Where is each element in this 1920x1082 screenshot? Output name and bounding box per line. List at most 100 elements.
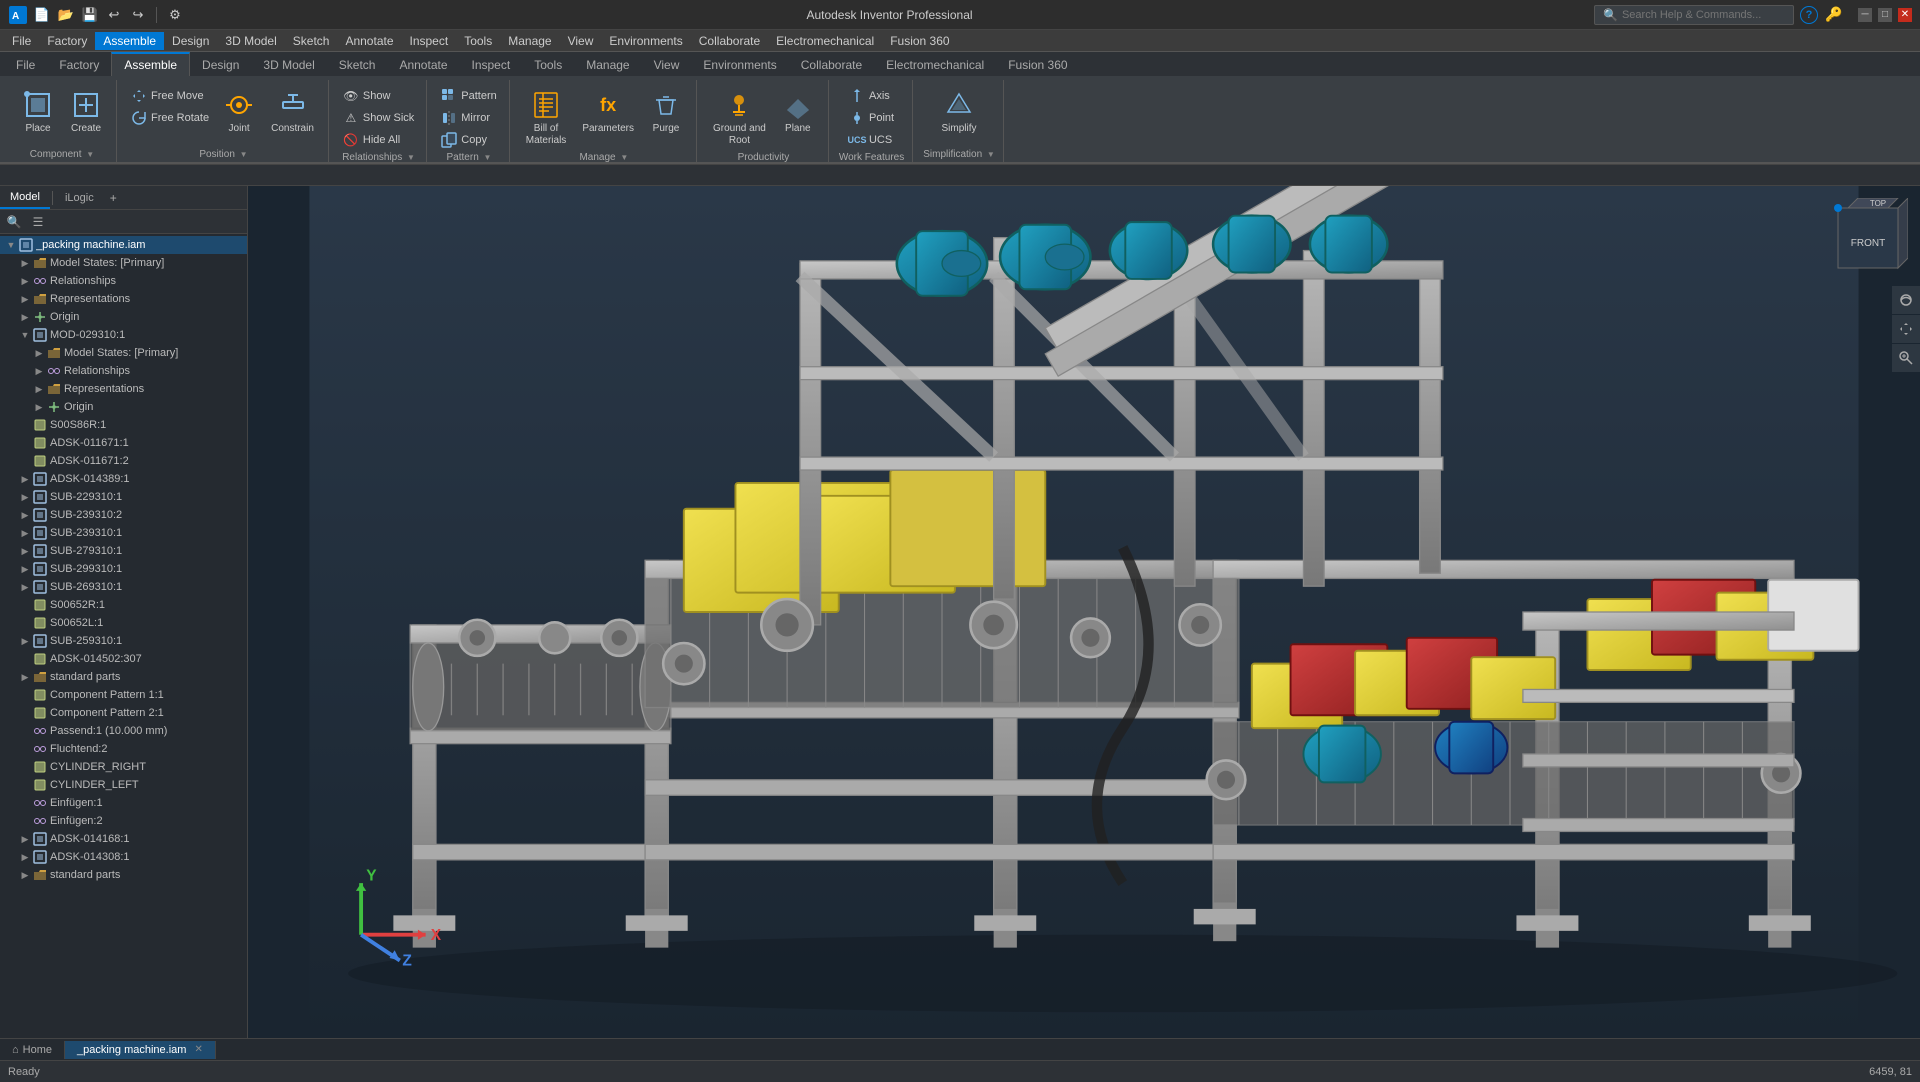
ribbon-tab-fusion-360[interactable]: Fusion 360: [996, 53, 1079, 76]
tree-arrow[interactable]: ▶: [32, 346, 46, 360]
tab-ilogic[interactable]: iLogic: [55, 188, 104, 208]
add-tab-btn[interactable]: +: [104, 187, 123, 209]
new-btn[interactable]: 📄: [32, 5, 52, 25]
tree-item[interactable]: Einfügen:1: [0, 794, 247, 812]
tree-item[interactable]: ▶Representations: [0, 380, 247, 398]
tree-arrow[interactable]: ▼: [18, 328, 32, 342]
menu-item-fusion 360[interactable]: Fusion 360: [882, 32, 957, 50]
tree-item[interactable]: ▶Origin: [0, 308, 247, 326]
ribbon-tab-tools[interactable]: Tools: [522, 53, 574, 76]
tree-item[interactable]: ▶standard parts: [0, 668, 247, 686]
tree-item[interactable]: Passend:1 (10.000 mm): [0, 722, 247, 740]
tree-arrow[interactable]: ▶: [18, 562, 32, 576]
minimize-btn[interactable]: ─: [1858, 8, 1872, 22]
tree-arrow[interactable]: ▶: [18, 526, 32, 540]
browser-menu-btn[interactable]: ☰: [28, 212, 48, 232]
tree-arrow[interactable]: [18, 418, 32, 432]
tree-arrow[interactable]: ▶: [18, 274, 32, 288]
mirror-btn[interactable]: Mirror: [437, 108, 500, 128]
tree-arrow[interactable]: ▶: [18, 544, 32, 558]
menu-item-annotate[interactable]: Annotate: [337, 32, 401, 50]
tree-item[interactable]: ▶Origin: [0, 398, 247, 416]
viewcube[interactable]: FRONT TOP: [1828, 198, 1908, 278]
tree-item[interactable]: ▶standard parts: [0, 866, 247, 884]
axis-btn[interactable]: Axis: [845, 86, 898, 106]
help-icon[interactable]: ?: [1800, 6, 1818, 24]
tree-arrow[interactable]: [18, 724, 32, 738]
ribbon-tab-environments[interactable]: Environments: [691, 53, 788, 76]
tree-item[interactable]: ▶SUB-299310:1: [0, 560, 247, 578]
menu-item-electromechanical[interactable]: Electromechanical: [768, 32, 882, 50]
tree-item[interactable]: Component Pattern 1:1: [0, 686, 247, 704]
tree-arrow[interactable]: ▶: [18, 850, 32, 864]
tree-arrow[interactable]: ▶: [18, 508, 32, 522]
ribbon-tab-file[interactable]: File: [4, 53, 47, 76]
tree-item[interactable]: ▶SUB-279310:1: [0, 542, 247, 560]
tree-item[interactable]: ▶SUB-229310:1: [0, 488, 247, 506]
file-tab-close-btn[interactable]: ✕: [194, 1044, 202, 1055]
create-btn[interactable]: Create: [64, 86, 108, 138]
tree-item[interactable]: ▼_packing machine.iam: [0, 236, 247, 254]
ribbon-tab-electromechanical[interactable]: Electromechanical: [874, 53, 996, 76]
tree-arrow[interactable]: ▶: [18, 310, 32, 324]
tree-arrow[interactable]: ▶: [18, 868, 32, 882]
browser-search-btn[interactable]: 🔍: [4, 212, 24, 232]
open-btn[interactable]: 📂: [56, 5, 76, 25]
tree-item[interactable]: Einfügen:2: [0, 812, 247, 830]
free-rotate-btn[interactable]: Free Rotate: [127, 108, 213, 128]
undo-btn[interactable]: ↩: [104, 5, 124, 25]
copy-btn[interactable]: Copy: [437, 130, 500, 150]
plane-btn[interactable]: Plane: [776, 86, 820, 138]
tree-item[interactable]: ▶Model States: [Primary]: [0, 344, 247, 362]
save-btn[interactable]: 💾: [80, 5, 100, 25]
tree-arrow[interactable]: [18, 436, 32, 450]
maximize-btn[interactable]: □: [1878, 8, 1892, 22]
tree-arrow[interactable]: ▼: [4, 238, 18, 252]
tree-arrow[interactable]: [18, 760, 32, 774]
tree-arrow[interactable]: [18, 454, 32, 468]
tree-item[interactable]: CYLINDER_LEFT: [0, 776, 247, 794]
ucs-btn[interactable]: UCS UCS: [845, 130, 898, 150]
close-btn[interactable]: ✕: [1898, 8, 1912, 22]
joint-btn[interactable]: Joint: [217, 86, 261, 138]
settings-btn[interactable]: ⚙: [165, 5, 185, 25]
menu-item-file[interactable]: File: [4, 32, 39, 50]
tree-item[interactable]: S00652L:1: [0, 614, 247, 632]
tree-item[interactable]: ▶SUB-239310:2: [0, 506, 247, 524]
ribbon-tab-sketch[interactable]: Sketch: [327, 53, 388, 76]
tree-arrow[interactable]: [18, 796, 32, 810]
menu-item-view[interactable]: View: [560, 32, 602, 50]
ribbon-tab-view[interactable]: View: [642, 53, 692, 76]
tree-item[interactable]: S00S86R:1: [0, 416, 247, 434]
tree-item[interactable]: ▶Model States: [Primary]: [0, 254, 247, 272]
tree-arrow[interactable]: ▶: [18, 292, 32, 306]
redo-btn[interactable]: ↪: [128, 5, 148, 25]
bom-btn[interactable]: Bill of Materials: [520, 86, 573, 150]
tree-arrow[interactable]: ▶: [18, 256, 32, 270]
purge-btn[interactable]: Purge: [644, 86, 688, 138]
home-tab[interactable]: ⌂ ⌂ Home Home: [0, 1041, 65, 1059]
tree-item[interactable]: ▼MOD-029310:1: [0, 326, 247, 344]
ribbon-tab-assemble[interactable]: Assemble: [111, 52, 190, 76]
tab-model[interactable]: Model: [0, 187, 50, 209]
pattern-btn[interactable]: Pattern: [437, 86, 500, 106]
tree-item[interactable]: CYLINDER_RIGHT: [0, 758, 247, 776]
pan-tool-btn[interactable]: [1892, 315, 1920, 343]
ribbon-tab-inspect[interactable]: Inspect: [460, 53, 523, 76]
tree-arrow[interactable]: [18, 814, 32, 828]
hide-all-btn[interactable]: 🚫 Hide All: [339, 130, 418, 150]
tree-item[interactable]: ▶ADSK-014308:1: [0, 848, 247, 866]
app-icon[interactable]: A: [8, 5, 28, 25]
tree-item[interactable]: S00652R:1: [0, 596, 247, 614]
tree-arrow[interactable]: [18, 706, 32, 720]
tree-item[interactable]: ▶ADSK-014389:1: [0, 470, 247, 488]
ribbon-tab-annotate[interactable]: Annotate: [387, 53, 459, 76]
free-move-btn[interactable]: Free Move: [127, 86, 213, 106]
menu-item-assemble[interactable]: Assemble: [95, 32, 164, 50]
simplify-btn[interactable]: Simplify: [936, 86, 983, 138]
tree-item[interactable]: ADSK-014502:307: [0, 650, 247, 668]
tree-item[interactable]: ▶ADSK-014168:1: [0, 830, 247, 848]
menu-item-sketch[interactable]: Sketch: [285, 32, 338, 50]
menu-item-tools[interactable]: Tools: [456, 32, 500, 50]
ribbon-tab-design[interactable]: Design: [190, 53, 251, 76]
